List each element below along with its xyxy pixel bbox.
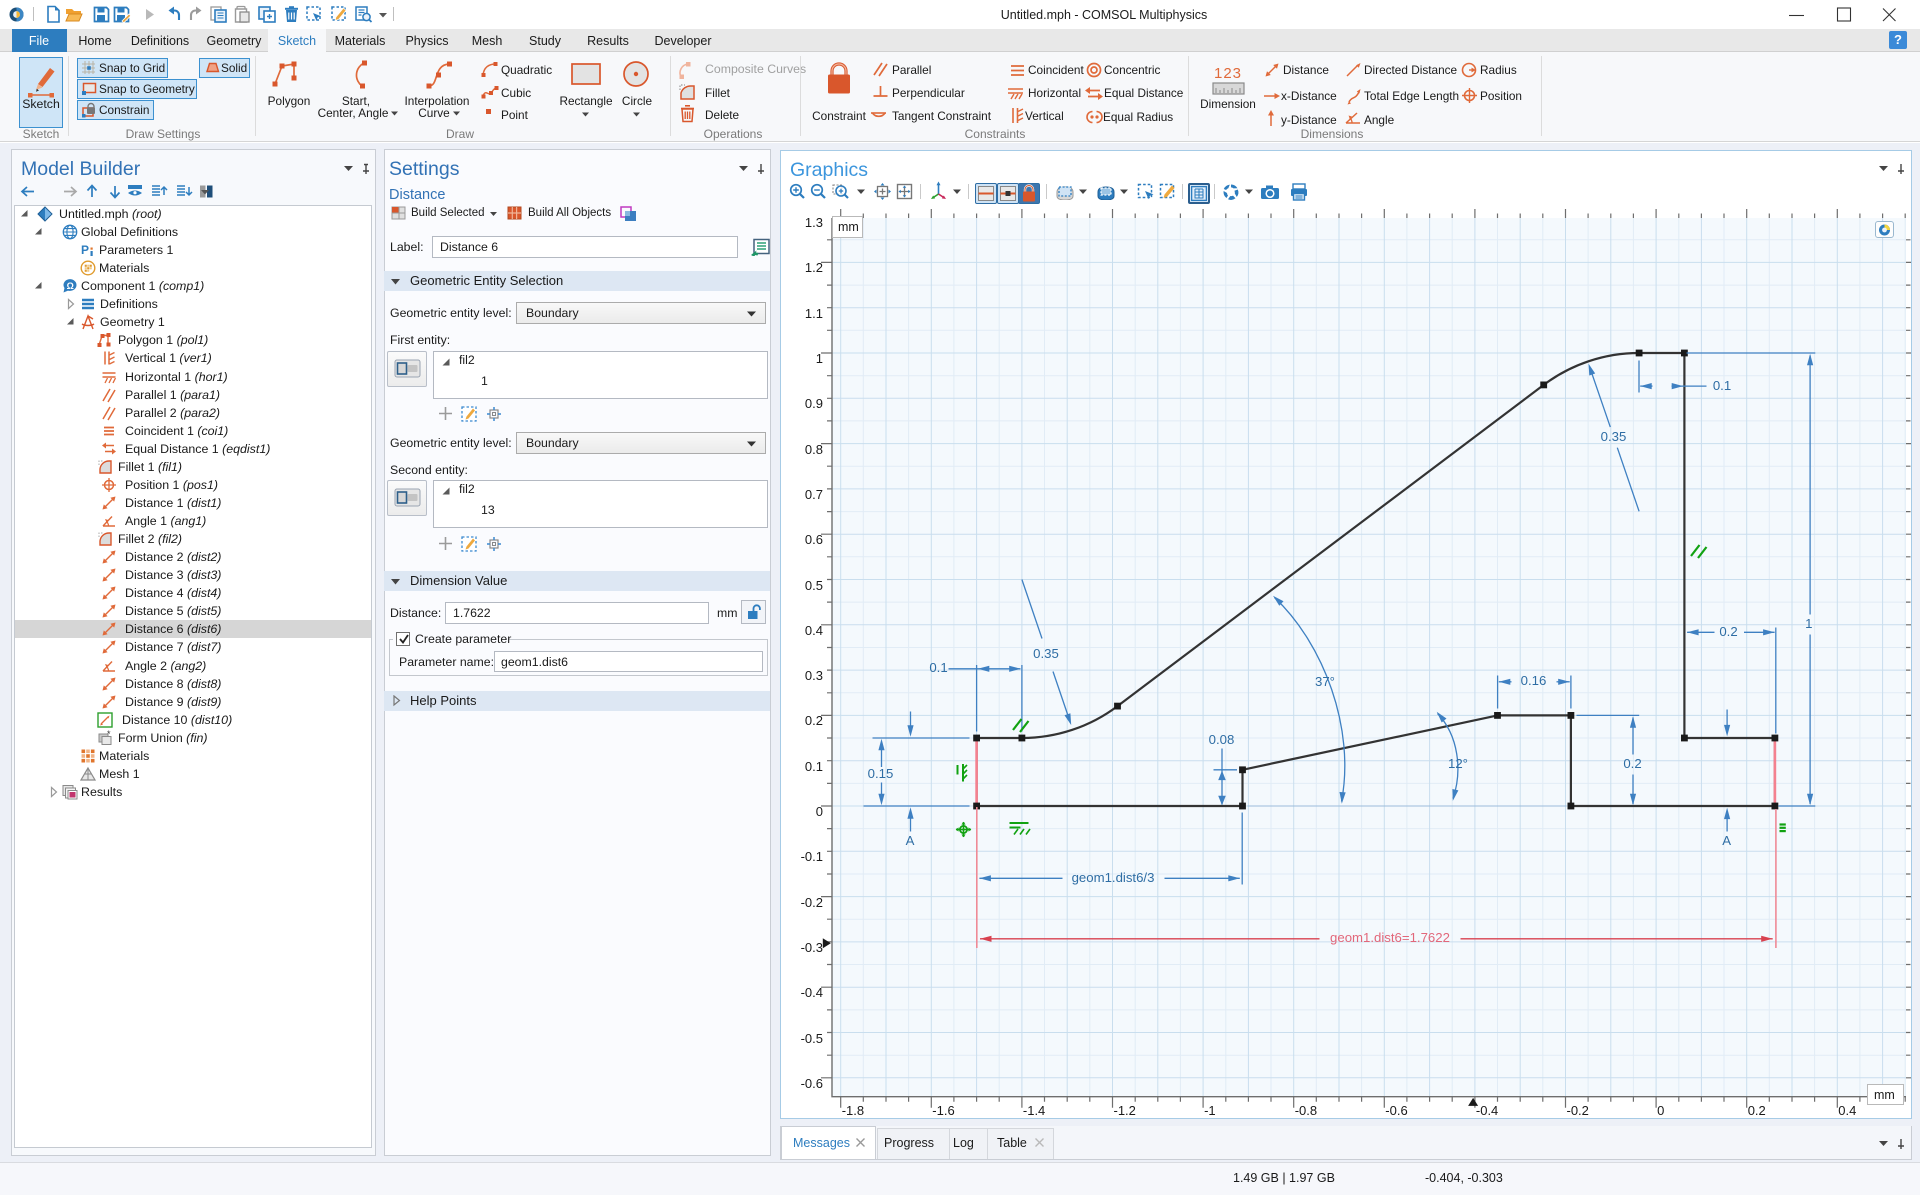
svg-text:*: * xyxy=(107,730,111,739)
svg-text:Ω: Ω xyxy=(67,281,74,291)
svg-text:P: P xyxy=(81,243,89,257)
